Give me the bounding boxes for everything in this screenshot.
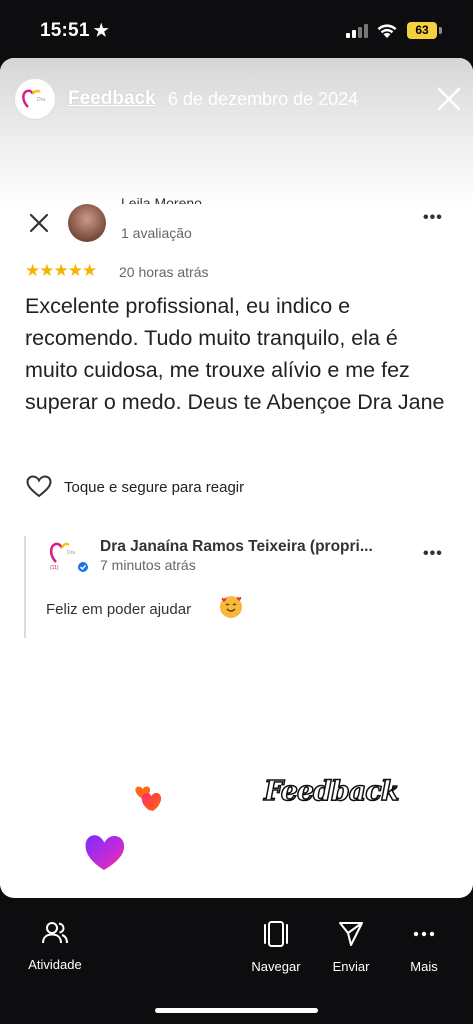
clock-text: 15:51	[40, 20, 90, 41]
story-title[interactable]: Feedback	[68, 88, 156, 110]
owner-logo[interactable]: Dra (11)	[46, 536, 90, 574]
review-more-icon[interactable]: •••	[423, 209, 443, 227]
clock: 15:51 ★	[40, 20, 109, 42]
nav-navigate[interactable]: Navegar	[245, 920, 307, 974]
people-icon	[42, 922, 68, 944]
wifi-icon	[377, 24, 397, 38]
reply-divider	[24, 536, 26, 638]
reply-more-icon[interactable]: •••	[423, 545, 443, 563]
feedback-sticker[interactable]: Feedback	[263, 775, 400, 808]
review-close-icon[interactable]	[28, 212, 50, 234]
close-icon[interactable]	[434, 84, 464, 114]
reply-text: Feliz em poder ajudar	[46, 601, 192, 618]
stories-navigate-icon	[264, 921, 288, 947]
story-avatar[interactable]: Dra	[14, 78, 56, 120]
owner-name[interactable]: Dra Janaína Ramos Teixeira (propri...	[100, 538, 373, 556]
nav-more-label: Mais	[410, 959, 438, 974]
home-indicator[interactable]	[155, 1008, 318, 1013]
svg-text:Dra: Dra	[37, 97, 45, 103]
rating-stars: ★★★★★	[25, 261, 97, 280]
battery-indicator: 63	[407, 22, 437, 39]
story-date: 6 de dezembro de 2024	[168, 89, 359, 109]
battery-level: 63	[415, 23, 429, 37]
review-text: Excelente profissional, eu indico e reco…	[25, 294, 445, 414]
pink-heart-sticker-icon[interactable]	[131, 784, 163, 814]
reviewer-name[interactable]: Leila Moreno	[121, 190, 202, 204]
status-bar: 15:51 ★ 63	[0, 0, 473, 60]
story-card: Dra Feedback 6 de dezembro de 2024 Leila…	[0, 58, 473, 898]
smiling-hearts-emoji-icon	[220, 596, 242, 618]
owner-logo-icon: Dra (11)	[49, 542, 88, 572]
react-hint[interactable]: Toque e segure para reagir	[64, 479, 244, 496]
nav-send[interactable]: Enviar	[327, 920, 375, 974]
svg-text:(11): (11)	[50, 565, 59, 571]
nav-activity-label: Atividade	[28, 957, 82, 972]
nav-more[interactable]: Mais	[402, 920, 446, 974]
cellular-signal-icon	[346, 24, 370, 38]
story-header-background	[0, 58, 473, 208]
battery-tip	[439, 27, 442, 34]
purple-heart-sticker-icon[interactable]	[82, 830, 128, 872]
more-horizontal-icon	[413, 931, 435, 937]
nav-send-label: Enviar	[332, 959, 370, 974]
clinic-logo-icon: Dra	[22, 89, 45, 108]
nav-activity[interactable]: Atividade	[22, 920, 88, 972]
heart-outline-icon[interactable]	[26, 475, 52, 498]
avatar[interactable]	[68, 204, 106, 242]
send-icon	[339, 922, 363, 946]
reviewer-review-count: 1 avaliação	[121, 225, 192, 241]
bottom-nav: Atividade Navegar Enviar Mais	[0, 898, 473, 1024]
reply-time: 7 minutos atrás	[100, 557, 196, 573]
star-icon: ★	[93, 21, 110, 40]
svg-text:Dra: Dra	[67, 550, 75, 556]
nav-navigate-label: Navegar	[251, 959, 301, 974]
review-time: 20 horas atrás	[119, 264, 209, 280]
